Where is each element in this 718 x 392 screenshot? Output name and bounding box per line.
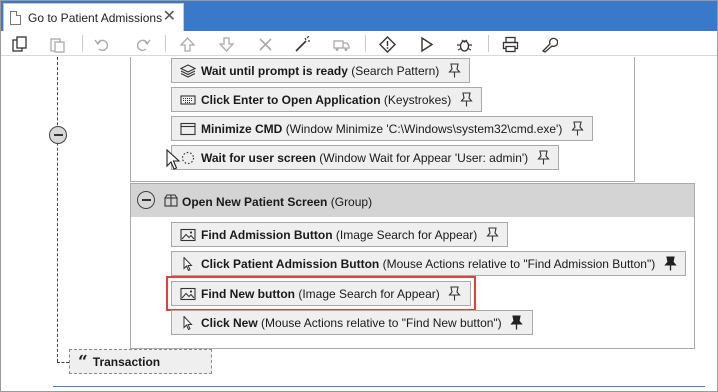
redo-icon[interactable] bbox=[132, 34, 152, 54]
step-detail: (Window Minimize 'C:\Windows\system32\cm… bbox=[285, 121, 563, 136]
step-name: Find New button bbox=[201, 286, 295, 301]
step-name: Wait for user screen bbox=[201, 150, 316, 165]
step-name: Click New bbox=[201, 315, 258, 330]
document-icon bbox=[10, 10, 21, 25]
step-detail: (Image Search for Appear) bbox=[335, 227, 478, 242]
tab-strip: Go to Patient Admissions ✕ bbox=[1, 1, 717, 31]
image-icon bbox=[180, 287, 196, 301]
cursor-icon bbox=[180, 256, 196, 271]
diamond-icon[interactable] bbox=[377, 34, 397, 54]
step-wait-until-prompt[interactable]: Wait until prompt is ready (Search Patte… bbox=[171, 58, 471, 83]
step-minimize-cmd[interactable]: Minimize CMD (Window Minimize 'C:\Window… bbox=[171, 116, 594, 141]
collapse-toggle-group[interactable] bbox=[137, 191, 155, 209]
pin-icon[interactable] bbox=[459, 92, 473, 108]
step-find-admission-button[interactable]: Find Admission Button (Image Search for … bbox=[171, 222, 509, 247]
step-name: Find Admission Button bbox=[201, 227, 333, 242]
window-icon bbox=[180, 122, 196, 136]
step-name: Click Patient Admission Button bbox=[201, 256, 380, 271]
close-icon[interactable]: ✕ bbox=[163, 8, 176, 26]
canvas-bottom-border bbox=[53, 386, 705, 387]
mouse-pointer-icon bbox=[166, 149, 181, 170]
step-name: Minimize CMD bbox=[201, 121, 283, 136]
step-detail: (Mouse Actions relative to "Find New but… bbox=[261, 315, 502, 330]
step-click-patient-admission-button[interactable]: Click Patient Admission Button (Mouse Ac… bbox=[171, 251, 687, 276]
step-click-new[interactable]: Click New (Mouse Actions relative to "Fi… bbox=[171, 310, 533, 335]
wrench-icon[interactable] bbox=[539, 34, 559, 54]
step-name: Wait until prompt is ready bbox=[201, 63, 348, 78]
print-icon[interactable] bbox=[500, 34, 520, 54]
image-icon bbox=[180, 228, 196, 242]
keyboard-icon bbox=[180, 93, 196, 107]
pin-icon[interactable] bbox=[536, 150, 550, 166]
undo-icon[interactable] bbox=[92, 34, 112, 54]
delete-icon[interactable] bbox=[255, 34, 275, 54]
toolbar bbox=[1, 31, 717, 56]
group-detail: (Group) bbox=[330, 195, 373, 209]
tab-title: Go to Patient Admissions bbox=[28, 10, 163, 25]
step-find-new-button[interactable]: Find New button (Image Search for Appear… bbox=[166, 276, 476, 311]
move-up-icon[interactable] bbox=[177, 34, 197, 54]
copy-icon[interactable] bbox=[9, 34, 29, 54]
group-title: Open New Patient Screen bbox=[182, 195, 328, 209]
group-header[interactable]: Open New Patient Screen (Group) bbox=[131, 184, 694, 217]
layers-icon bbox=[180, 63, 196, 78]
pin-icon[interactable] bbox=[570, 121, 584, 137]
magic-wand-icon[interactable] bbox=[292, 34, 312, 54]
step-detail: (Search Pattern) bbox=[351, 63, 440, 78]
group-title-row: Open New Patient Screen (Group) bbox=[182, 195, 372, 209]
step-click-enter[interactable]: Click Enter to Open Application (Keystro… bbox=[171, 87, 483, 112]
cursor-icon bbox=[180, 315, 196, 330]
step-wait-for-user-screen[interactable]: Wait for user screen (Window Wait for Ap… bbox=[171, 145, 560, 170]
spinner-icon bbox=[180, 151, 196, 165]
collapse-toggle-root[interactable] bbox=[49, 126, 67, 144]
transaction-node[interactable]: “ Transaction bbox=[69, 349, 212, 374]
quote-icon: “ bbox=[78, 351, 88, 372]
pin-icon[interactable] bbox=[485, 227, 499, 243]
transaction-label: Transaction bbox=[92, 354, 161, 369]
editor-window: Go to Patient Admissions ✕ Wait until pr… bbox=[0, 0, 718, 392]
bug-icon[interactable] bbox=[454, 34, 474, 54]
truck-icon[interactable] bbox=[331, 34, 351, 54]
step-detail: (Window Wait for Appear 'User: admin') bbox=[319, 150, 529, 165]
step-detail: (Mouse Actions relative to "Find Admissi… bbox=[382, 256, 656, 271]
step-detail: (Image Search for Appear) bbox=[298, 286, 440, 301]
move-down-icon[interactable] bbox=[216, 34, 236, 54]
tree-connector-branch bbox=[57, 362, 69, 363]
pin-icon[interactable] bbox=[448, 286, 462, 302]
pin-filled-icon[interactable] bbox=[663, 256, 677, 272]
step-name: Click Enter to Open Application bbox=[201, 92, 381, 107]
pin-icon[interactable] bbox=[447, 63, 461, 79]
step-detail: (Keystrokes) bbox=[383, 92, 452, 107]
pin-filled-icon[interactable] bbox=[510, 315, 524, 331]
tab-go-to-patient-admissions[interactable]: Go to Patient Admissions ✕ bbox=[3, 3, 184, 31]
paste-icon[interactable] bbox=[47, 34, 67, 54]
group-icon bbox=[164, 194, 178, 207]
tree-connector bbox=[57, 57, 58, 362]
play-icon[interactable] bbox=[416, 34, 436, 54]
